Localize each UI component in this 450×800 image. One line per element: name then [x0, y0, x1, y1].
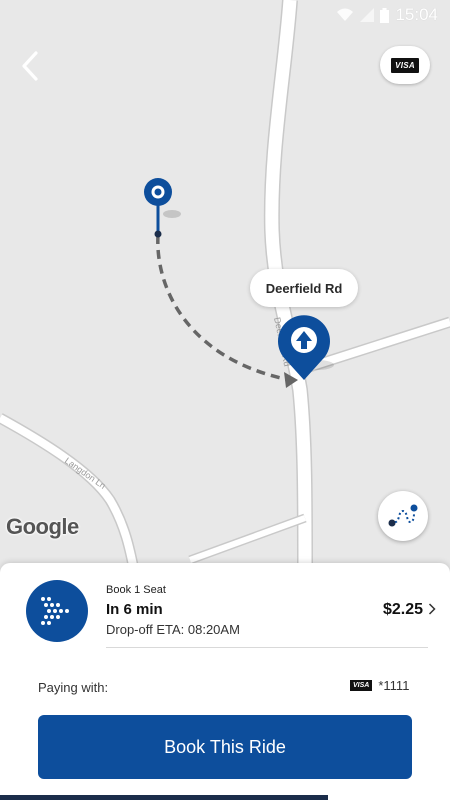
ride-sheet: Book 1 Seat In 6 min Drop-off ETA: 08:20…: [0, 563, 450, 800]
signal-icon: [360, 8, 375, 22]
origin-pin-icon: [144, 178, 181, 238]
battery-icon: [380, 7, 390, 23]
ride-option[interactable]: Book 1 Seat In 6 min Drop-off ETA: 08:20…: [0, 563, 450, 655]
map-view[interactable]: Deerfield Rd Langdon Ln: [0, 0, 450, 570]
wifi-icon: [337, 8, 354, 21]
dropoff-eta: Drop-off ETA: 08:20AM: [106, 622, 240, 637]
home-indicator: [0, 795, 328, 800]
paying-with-label: Paying with:: [38, 680, 109, 695]
book-ride-button[interactable]: Book This Ride: [38, 715, 412, 779]
payment-card-button[interactable]: VISA: [380, 46, 430, 84]
visa-logo: VISA: [391, 57, 419, 73]
status-bar: 15:04: [0, 0, 450, 30]
route-overview-button[interactable]: [378, 491, 428, 541]
road-label-langdon: Langdon Ln: [63, 455, 108, 490]
payment-method[interactable]: VISA *1111: [350, 678, 409, 693]
card-last-four: *1111: [378, 678, 410, 693]
route-icon: [388, 504, 418, 527]
service-logo: [26, 580, 88, 642]
arrival-time: In 6 min: [106, 601, 163, 618]
google-attribution-logo: Google: [6, 514, 79, 539]
dotted-arrow-icon: [41, 597, 69, 625]
back-button[interactable]: [12, 46, 48, 86]
visa-logo: VISA: [350, 680, 373, 691]
status-time: 15:04: [395, 5, 438, 24]
ride-price: $2.25: [383, 601, 424, 618]
chevron-right-icon: [428, 603, 436, 615]
back-arrow-icon: [22, 51, 38, 81]
pickup-location-label: Deerfield Rd: [250, 269, 358, 307]
pickup-pin-icon: [278, 315, 334, 380]
map-roads: Deerfield Rd Langdon Ln: [0, 0, 450, 570]
seat-count: Book 1 Seat: [106, 584, 166, 596]
divider: [106, 647, 428, 648]
